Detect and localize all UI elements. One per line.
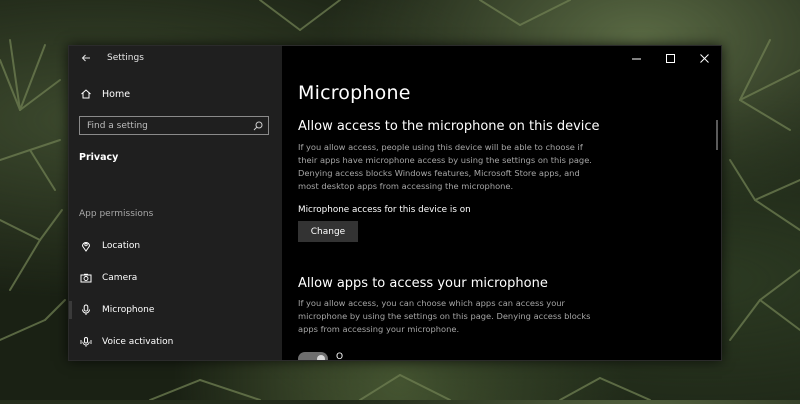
maximize-icon xyxy=(665,53,675,63)
location-icon xyxy=(79,239,93,253)
voice-activation-icon xyxy=(79,335,93,349)
sidebar-item-voice-activation[interactable]: Voice activation xyxy=(79,334,173,350)
sidebar-item-microphone[interactable]: Microphone xyxy=(79,302,154,318)
sidebar-item-label: Microphone xyxy=(102,305,155,315)
sidebar: Settings Home Privacy App permissions Lo… xyxy=(69,46,282,360)
sidebar-item-camera[interactable]: Camera xyxy=(79,270,137,286)
sidebar-item-label: Location xyxy=(102,241,141,251)
change-button[interactable]: Change xyxy=(298,221,358,242)
search-input[interactable] xyxy=(87,120,247,131)
window-title: Settings xyxy=(107,53,144,63)
microphone-icon xyxy=(79,303,93,317)
search-box[interactable] xyxy=(79,116,269,135)
sidebar-item-label: Voice activation xyxy=(102,337,174,347)
section-header-app-permissions: App permissions xyxy=(79,209,154,219)
back-arrow-icon[interactable] xyxy=(79,51,93,65)
section-description-app-access: If you allow access, you can choose whic… xyxy=(298,298,591,334)
home-icon xyxy=(79,87,93,101)
app-access-toggle[interactable] xyxy=(298,352,328,360)
active-indicator xyxy=(69,301,72,319)
section-description-device-access: If you allow access, people using this d… xyxy=(298,142,592,191)
maximize-button[interactable] xyxy=(653,46,687,70)
category-label: Privacy xyxy=(79,152,119,163)
close-button[interactable] xyxy=(687,46,721,70)
camera-icon xyxy=(79,271,93,285)
main-content: Microphone Allow access to the microphon… xyxy=(282,46,721,360)
close-icon xyxy=(699,53,709,63)
minimize-button[interactable] xyxy=(619,46,653,70)
sidebar-item-location[interactable]: Location xyxy=(79,238,140,254)
device-access-status: Microphone access for this device is on xyxy=(298,205,471,215)
page-title: Microphone xyxy=(298,82,411,104)
search-icon[interactable] xyxy=(253,121,263,131)
minimize-icon xyxy=(631,58,641,59)
scrollbar[interactable] xyxy=(716,120,718,150)
toggle-state-label: O xyxy=(336,352,344,361)
titlebar: Settings xyxy=(69,46,282,70)
section-heading-device-access: Allow access to the microphone on this d… xyxy=(298,119,600,134)
sidebar-item-label: Camera xyxy=(102,273,138,283)
nav-home[interactable]: Home xyxy=(79,87,130,101)
settings-window: Settings Home Privacy App permissions Lo… xyxy=(68,45,722,361)
nav-home-label: Home xyxy=(102,88,131,100)
window-controls xyxy=(619,46,721,70)
section-heading-app-access: Allow apps to access your microphone xyxy=(298,276,548,291)
